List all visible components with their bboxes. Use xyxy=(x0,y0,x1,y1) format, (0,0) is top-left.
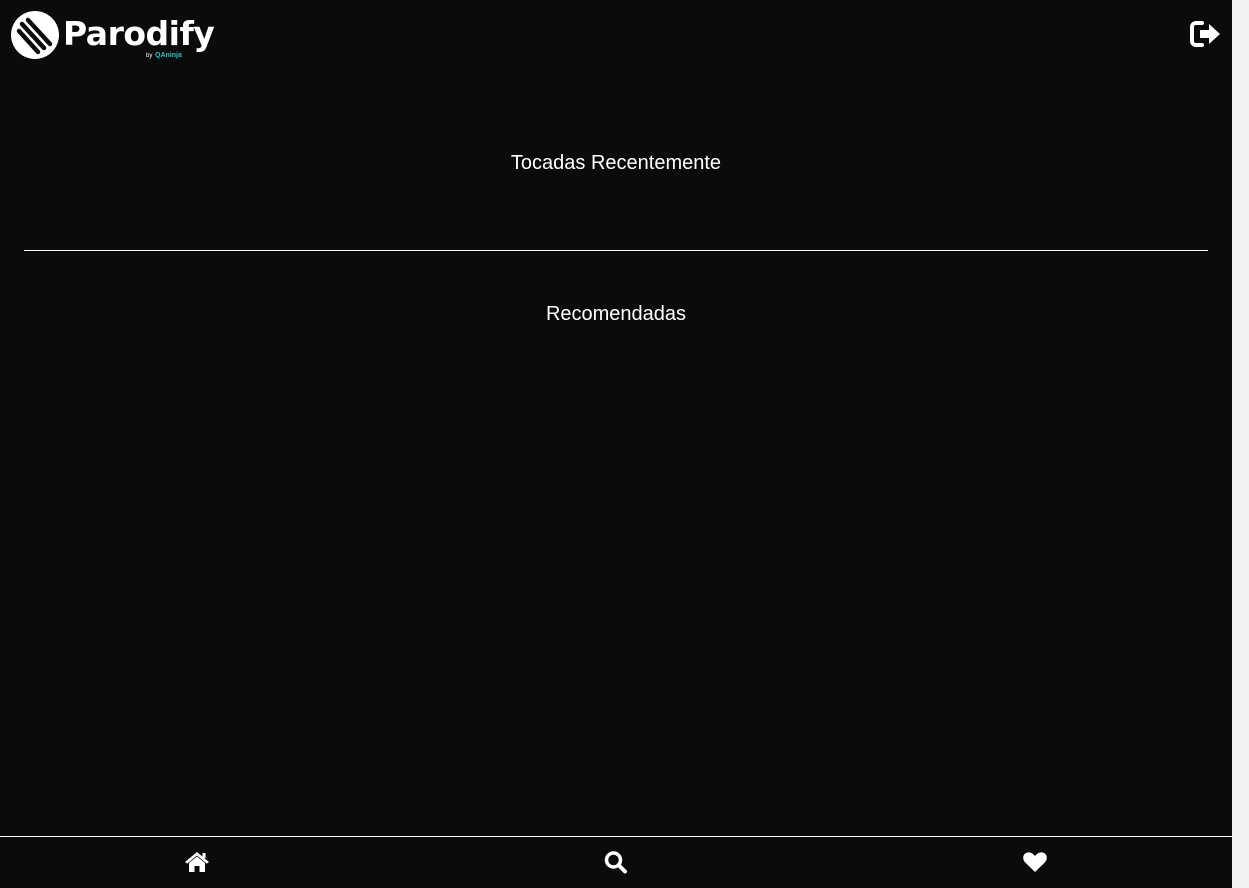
recently-played-title: Tocadas Recentemente xyxy=(510,152,722,174)
logout-button[interactable] xyxy=(1190,20,1222,48)
brand-sub: QAninja xyxy=(155,52,182,59)
header: Parodify by QAninja xyxy=(0,0,1232,70)
app: Parodify by QAninja Tocadas Recentemente… xyxy=(0,0,1232,888)
home-icon xyxy=(184,850,210,874)
parodify-logo-icon xyxy=(10,10,60,60)
recommended-title: Recomendadas xyxy=(545,303,687,325)
brand-name: Parodify xyxy=(63,14,215,53)
page-scrollbar[interactable] xyxy=(1232,0,1249,888)
brand-by: by xyxy=(146,53,153,59)
sign-out-icon xyxy=(1190,20,1222,48)
bottom-nav xyxy=(0,836,1232,888)
search-icon xyxy=(603,850,629,874)
nav-favorites-button[interactable] xyxy=(1022,850,1048,874)
section-divider xyxy=(24,250,1208,251)
logo[interactable]: Parodify by QAninja xyxy=(10,10,220,64)
nav-home-button[interactable] xyxy=(184,850,210,874)
heart-icon xyxy=(1022,850,1048,874)
nav-search-button[interactable] xyxy=(603,850,629,874)
